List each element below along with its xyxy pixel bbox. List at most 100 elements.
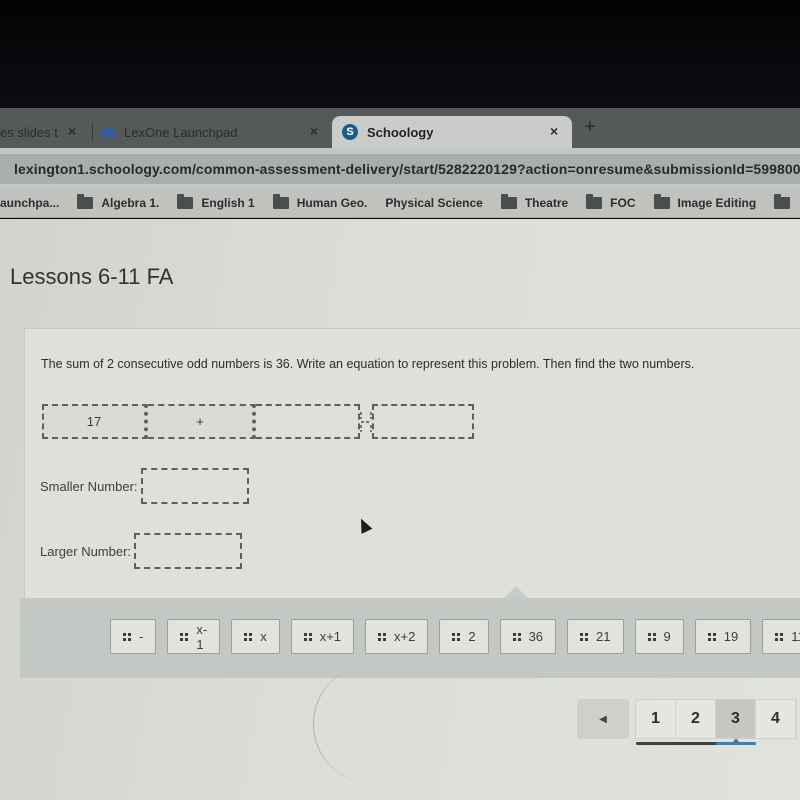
equals-icon [360, 411, 372, 432]
draggable-token[interactable]: 19 [694, 619, 752, 654]
address-bar: lexington1.schoology.com/common-assessme… [0, 148, 800, 188]
token-label: 36 [528, 629, 544, 644]
drag-handle-icon [244, 632, 253, 641]
page-title: Lessons 6-11 FA [10, 264, 174, 289]
tab-title: es slides th [0, 124, 58, 140]
page-number-button[interactable]: 3 [716, 700, 756, 738]
draggable-token[interactable]: x-1 [167, 619, 221, 654]
draggable-token[interactable]: 2 [439, 619, 489, 654]
current-indicator [732, 738, 740, 743]
screen-bezel [0, 0, 800, 108]
drag-handle-icon [647, 632, 656, 641]
folder-icon [272, 193, 289, 209]
draggable-token[interactable]: x+1 [290, 619, 355, 654]
new-tab-button[interactable]: + [584, 116, 596, 139]
bookmark-algebra[interactable]: Algebra 1. [77, 193, 160, 210]
bookmark-label: FOC [610, 195, 636, 210]
draggable-token[interactable]: - [110, 619, 157, 654]
close-icon[interactable]: × [310, 123, 318, 139]
bookmark-launchpad[interactable]: aunchpa... [0, 196, 59, 210]
smaller-number-row: Smaller Number: [40, 468, 249, 504]
bookmarks-bar: aunchpa... Algebra 1. English 1 Human Ge… [0, 188, 800, 218]
folder-icon [77, 193, 94, 209]
bookmark-label: Algebra 1. [101, 195, 160, 210]
equation-slot[interactable] [372, 404, 474, 439]
token-label: 21 [596, 629, 611, 644]
drag-handle-icon [123, 632, 131, 641]
token-list: - x-1 x x+1 x+2 2 36 21 9 19 11 [110, 619, 800, 654]
url-input[interactable]: lexington1.schoology.com/common-assessme… [0, 154, 800, 184]
drag-handle-icon [452, 632, 461, 641]
equation-slot[interactable] [256, 404, 360, 439]
cloud-icon [101, 127, 116, 137]
equation-slot[interactable]: 17 [42, 404, 148, 439]
bookmark-english[interactable]: English 1 [177, 193, 255, 210]
token-label: 2 [468, 629, 476, 644]
drag-handle-icon [512, 632, 521, 641]
bookmark-label: Image Editing [677, 195, 757, 210]
page-content: Lessons 6-11 FA The sum of 2 consecutive… [0, 219, 800, 800]
draggable-token[interactable]: 21 [567, 619, 624, 654]
drag-handle-icon [378, 632, 387, 641]
close-icon[interactable]: × [550, 123, 558, 139]
tab-title: LexOne Launchpad [124, 124, 238, 140]
page-numbers: 1234 [635, 699, 797, 745]
url-text: lexington1.schoology.com/common-assessme… [14, 161, 800, 177]
bookmark-foc[interactable]: FOC [586, 193, 636, 210]
bank-caret [504, 586, 528, 598]
drag-handle-icon [180, 632, 189, 641]
bookmark-label: Physical Science [385, 195, 483, 210]
folder-icon [653, 193, 670, 209]
equation-drop-zone: 17 + [42, 404, 474, 439]
page-number-button[interactable]: 2 [676, 700, 716, 738]
token-label: 19 [723, 629, 739, 644]
draggable-token[interactable]: 9 [634, 619, 684, 654]
bookmark-label: Theatre [524, 195, 569, 210]
page-number-button[interactable]: 4 [756, 700, 796, 738]
bookmark-human-geo[interactable]: Human Geo. [272, 193, 368, 210]
folder-icon [774, 193, 791, 209]
drag-handle-icon [775, 632, 784, 641]
folder-icon [500, 193, 517, 209]
equals-sign [360, 404, 372, 439]
draggable-token[interactable]: x [231, 619, 280, 654]
token-label: x-1 [196, 621, 208, 652]
tab-schoology[interactable]: S Schoology × [332, 116, 572, 148]
tab-lexone-launchpad[interactable]: LexOne Launchpad × [100, 116, 330, 148]
bookmark-image-editing[interactable]: Image Editing [653, 193, 757, 210]
tab-strip: es slides th × LexOne Launchpad × S Scho… [0, 108, 800, 148]
bookmark-label: aunchpa... [0, 195, 60, 210]
tab-slides[interactable]: es slides th × [0, 116, 86, 148]
drag-handle-icon [707, 632, 716, 641]
equation-slot[interactable]: + [148, 404, 256, 439]
bookmark-label: English 1 [201, 195, 255, 210]
bookmark-overflow[interactable] [774, 193, 798, 209]
bookmark-theatre[interactable]: Theatre [500, 193, 569, 210]
bookmark-label: Human Geo. [296, 195, 368, 210]
schoology-icon: S [342, 124, 358, 140]
larger-number-label: Larger Number: [40, 543, 132, 559]
folder-icon [177, 193, 194, 209]
screen-glare [313, 664, 373, 784]
previous-question-button[interactable]: ◀ [577, 699, 629, 739]
larger-number-drop-zone[interactable] [134, 533, 243, 569]
token-bank: - x-1 x x+1 x+2 2 36 21 9 19 11 [20, 586, 800, 678]
token-label: x+1 [319, 629, 342, 644]
larger-number-row: Larger Number: [40, 533, 243, 569]
draggable-token[interactable]: 36 [499, 619, 557, 654]
tab-title: Schoology [367, 124, 434, 140]
folder-icon [586, 193, 603, 209]
token-label: - [139, 629, 144, 644]
question-pagination: ◀ 1234 [577, 699, 797, 745]
draggable-token[interactable]: x+2 [365, 619, 429, 654]
page-number-button[interactable]: 1 [636, 700, 676, 738]
question-text: The sum of 2 consecutive odd numbers is … [41, 357, 695, 371]
tab-divider [92, 122, 93, 142]
smaller-number-drop-zone[interactable] [140, 468, 249, 504]
drag-handle-icon [580, 632, 589, 641]
bookmark-physical-science[interactable]: Physical Science [385, 196, 482, 210]
token-label: x+2 [394, 629, 416, 644]
draggable-token[interactable]: 11 [762, 619, 800, 654]
close-icon[interactable]: × [68, 123, 76, 139]
token-label: x [260, 629, 267, 644]
